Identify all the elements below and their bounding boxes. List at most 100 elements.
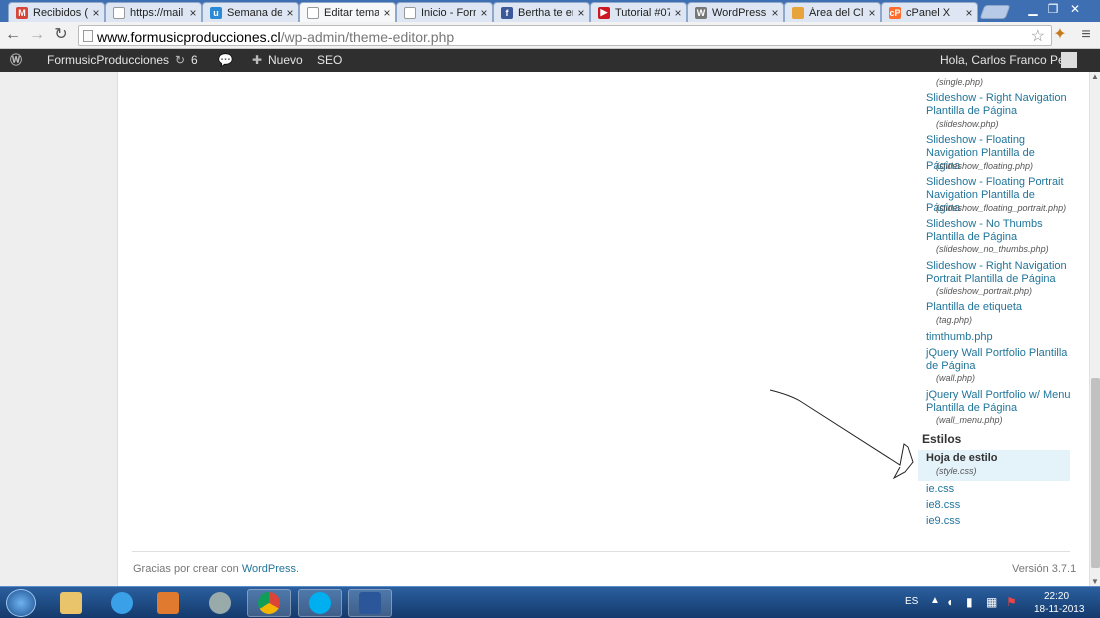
internet-explorer-icon bbox=[111, 592, 133, 614]
template-link[interactable]: jQuery Wall Portfolio w/ Menu Plantilla … bbox=[926, 389, 1071, 415]
tab-5[interactable]: Inicio - Form× bbox=[396, 2, 493, 22]
styles-heading: Estilos bbox=[922, 432, 962, 446]
tab-6[interactable]: f Bertha te en × bbox=[493, 2, 590, 22]
tab-label: Recibidos (3 bbox=[33, 6, 88, 19]
tab-label: Tutorial #07 bbox=[615, 6, 670, 19]
taskbar-word[interactable] bbox=[348, 589, 392, 617]
tab-close-icon[interactable]: × bbox=[476, 6, 492, 20]
extension-icon[interactable]: ✦ bbox=[1050, 25, 1070, 45]
template-link[interactable]: Slideshow - Right Navigation Plantilla d… bbox=[926, 92, 1071, 118]
wp-admin-bar: Ⓦ FormusicProducciones ↻ 6 💬 ✚ Nuevo SEO… bbox=[0, 49, 1100, 72]
start-button[interactable] bbox=[6, 589, 36, 617]
avatar[interactable] bbox=[1061, 52, 1077, 68]
footer-credit-suffix: . bbox=[296, 563, 300, 575]
tab-close-icon[interactable]: × bbox=[88, 6, 104, 20]
template-link[interactable]: Slideshow - No Thumbs Plantilla de Págin… bbox=[926, 218, 1071, 244]
tab-1[interactable]: M Recibidos (3× bbox=[8, 2, 105, 22]
tab-label: Bertha te en bbox=[518, 6, 573, 19]
tab-close-icon[interactable]: × bbox=[961, 6, 977, 20]
tab-label: Inicio - Form bbox=[421, 6, 476, 19]
language-indicator[interactable]: ES bbox=[905, 596, 918, 607]
tab-favicon-icon: W bbox=[695, 6, 707, 19]
bookmark-star-icon[interactable]: ☆ bbox=[1031, 26, 1045, 46]
site-name-link[interactable]: FormusicProducciones bbox=[47, 49, 169, 72]
template-link[interactable]: Slideshow - Right Navigation Portrait Pl… bbox=[926, 260, 1071, 286]
close-window-icon[interactable]: ✕ bbox=[1066, 2, 1084, 16]
tab-close-icon[interactable]: × bbox=[767, 6, 783, 20]
url-domain: www.formusicproducciones.cl bbox=[97, 29, 281, 45]
tab-favicon-icon: ▶ bbox=[598, 6, 610, 19]
taskbar-media[interactable] bbox=[146, 589, 190, 617]
scroll-down-icon[interactable]: ▼ bbox=[1091, 577, 1099, 586]
tab-4[interactable]: Editar temas× bbox=[299, 2, 396, 22]
tab-favicon-icon bbox=[307, 6, 319, 19]
template-file-name: (slideshow_floating.php) bbox=[936, 161, 1034, 171]
seo-link[interactable]: SEO bbox=[317, 49, 342, 72]
tab-close-icon[interactable]: × bbox=[670, 6, 686, 20]
updates-count[interactable]: 6 bbox=[191, 49, 198, 72]
address-bar[interactable]: www.formusicproducciones.cl/wp-admin/the… bbox=[78, 25, 1052, 46]
taskbar-movie-maker[interactable] bbox=[198, 589, 242, 617]
film-reel-icon bbox=[209, 592, 231, 614]
taskbar-ie[interactable] bbox=[100, 589, 144, 617]
url-path: /wp-admin/theme-editor.php bbox=[280, 29, 455, 45]
new-tab-button[interactable] bbox=[979, 5, 1011, 19]
battery-icon[interactable]: ▮ bbox=[966, 595, 973, 609]
greeting-link[interactable]: Hola, Carlos Franco Petit bbox=[940, 49, 1074, 72]
tab-label: https://mail bbox=[130, 6, 184, 19]
tab-3[interactable]: u Semana de p× bbox=[202, 2, 299, 22]
active-style-link[interactable]: Hoja de estilo bbox=[926, 452, 1071, 465]
template-link[interactable]: jQuery Wall Portfolio Plantilla de Págin… bbox=[926, 347, 1071, 373]
comments-icon[interactable]: 💬 bbox=[218, 49, 233, 72]
word-icon bbox=[359, 592, 381, 614]
clock-time[interactable]: 22:20 bbox=[1044, 591, 1069, 602]
tab-close-icon[interactable]: × bbox=[379, 6, 395, 20]
style-link[interactable]: ie9.css bbox=[926, 515, 1071, 528]
media-player-icon bbox=[157, 592, 179, 614]
reload-icon[interactable]: ↻ bbox=[51, 25, 71, 45]
template-file-name: (slideshow_portrait.php) bbox=[936, 286, 1033, 296]
menu-icon[interactable]: ≡ bbox=[1076, 25, 1096, 45]
tab-favicon-icon: cP bbox=[889, 6, 901, 19]
updates-icon[interactable]: ↻ bbox=[175, 49, 185, 72]
template-file-name: (tag.php) bbox=[936, 315, 973, 325]
scroll-thumb[interactable] bbox=[1091, 378, 1100, 568]
tab-10[interactable]: cP cPanel X × bbox=[881, 2, 978, 22]
tab-2[interactable]: https://mail × bbox=[105, 2, 202, 22]
tab-9[interactable]: Área del Clie× bbox=[784, 2, 881, 22]
page-scrollbar[interactable]: ▲ ▼ bbox=[1089, 72, 1100, 586]
restore-icon[interactable]: ❐ bbox=[1044, 2, 1062, 16]
footer-credit-prefix: Gracias por crear con bbox=[133, 563, 239, 575]
style-link[interactable]: ie8.css bbox=[926, 499, 1071, 512]
flag-icon[interactable]: ⚑ bbox=[1006, 595, 1017, 609]
tab-close-icon[interactable]: × bbox=[282, 6, 298, 20]
main-content: (single.php) Slideshow - Right Navigatio… bbox=[0, 72, 1089, 586]
back-icon[interactable]: ← bbox=[3, 25, 23, 45]
scroll-up-icon[interactable]: ▲ bbox=[1091, 72, 1099, 81]
folder-icon bbox=[60, 592, 82, 614]
network-icon[interactable]: ▦ bbox=[986, 595, 997, 609]
wordpress-logo-icon[interactable]: Ⓦ bbox=[10, 49, 26, 72]
taskbar-chrome[interactable] bbox=[247, 589, 291, 617]
tab-close-icon[interactable]: × bbox=[573, 6, 589, 20]
admin-sidebar bbox=[0, 72, 118, 586]
tab-close-icon[interactable]: × bbox=[864, 6, 880, 20]
clock-date[interactable]: 18-11-2013 bbox=[1034, 604, 1084, 615]
minimize-icon[interactable]: ▁ bbox=[1024, 2, 1042, 16]
template-link[interactable]: Plantilla de etiqueta bbox=[926, 301, 1071, 314]
tab-8[interactable]: W WordPress × bbox=[687, 2, 784, 22]
forward-icon[interactable]: → bbox=[27, 25, 47, 45]
tab-close-icon[interactable]: × bbox=[185, 6, 201, 20]
style-link[interactable]: ie.css bbox=[926, 483, 1071, 496]
taskbar-skype[interactable] bbox=[298, 589, 342, 617]
template-link[interactable]: timthumb.php bbox=[926, 331, 1071, 344]
template-file-name: (wall.php) bbox=[936, 373, 976, 383]
url-text: www.formusicproducciones.cl/wp-admin/the… bbox=[97, 29, 454, 45]
tab-7[interactable]: ▶ Tutorial #07 × bbox=[590, 2, 687, 22]
taskbar-explorer[interactable] bbox=[49, 589, 93, 617]
wordpress-link[interactable]: WordPress bbox=[242, 563, 296, 575]
new-content-link[interactable]: Nuevo bbox=[268, 49, 303, 72]
show-hidden-icons[interactable]: ▲ bbox=[930, 595, 940, 606]
volume-icon[interactable]: ◖ bbox=[946, 595, 953, 609]
tab-favicon-icon bbox=[404, 6, 416, 19]
